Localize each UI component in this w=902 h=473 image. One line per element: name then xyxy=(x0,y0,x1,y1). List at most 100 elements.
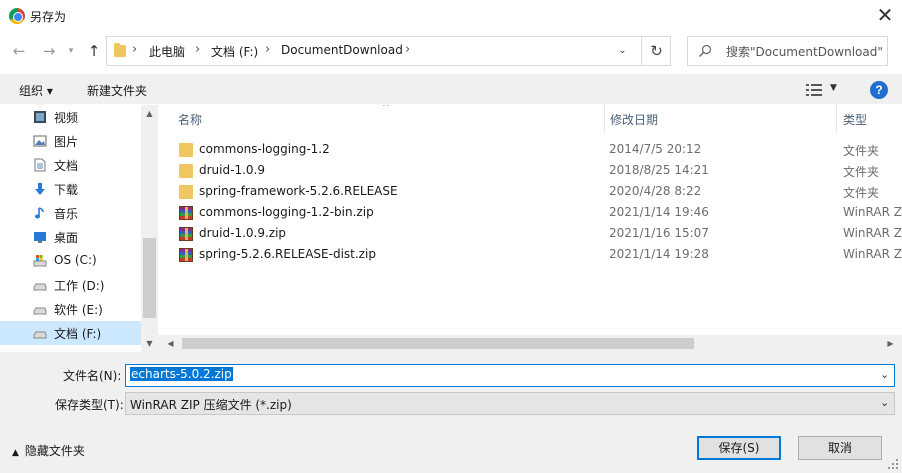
nav-item-desktop[interactable]: 桌面 xyxy=(0,225,141,249)
nav-item-documents-f[interactable]: 文档 (F:) xyxy=(0,321,141,345)
nav-label: 视频 xyxy=(54,111,79,125)
chevron-down-icon[interactable]: ⌄ xyxy=(880,396,889,409)
breadcrumb-drive-f[interactable]: 文档 (F:) xyxy=(211,43,258,60)
video-icon xyxy=(34,111,46,123)
column-header-type[interactable]: 类型 xyxy=(843,111,867,128)
file-date: 2014/7/5 20:12 xyxy=(609,142,702,156)
nav-label: 音乐 xyxy=(54,207,79,221)
folder-icon xyxy=(179,164,193,178)
nav-label: 软件 (E:) xyxy=(54,303,103,317)
hide-folders-label: 隐藏文件夹 xyxy=(24,444,85,458)
scroll-down-icon[interactable]: ▼ xyxy=(141,335,158,352)
download-icon xyxy=(35,183,45,195)
winrar-zip-icon xyxy=(179,248,193,262)
file-name[interactable]: druid-1.0.9 xyxy=(199,163,265,177)
nav-item-os-c[interactable]: OS (C:) xyxy=(0,249,141,273)
forward-arrow-icon[interactable]: → xyxy=(38,40,60,62)
column-header-date[interactable]: 修改日期 xyxy=(610,111,658,128)
close-icon[interactable]: ✕ xyxy=(868,2,902,30)
file-type: 文件夹 xyxy=(843,144,880,158)
breadcrumb-this-pc[interactable]: 此电脑 xyxy=(149,43,185,60)
nav-item-documents[interactable]: 文档 xyxy=(0,153,141,177)
column-divider[interactable] xyxy=(836,105,837,133)
nav-item-pictures[interactable]: 图片 xyxy=(0,129,141,153)
filetype-label: 保存类型(T): xyxy=(55,398,124,412)
chevron-right-icon[interactable]: › xyxy=(265,42,270,57)
filename-value: echarts-5.0.2.zip xyxy=(130,367,233,381)
chevron-right-icon[interactable]: › xyxy=(132,42,137,57)
drive-icon xyxy=(33,283,47,291)
file-type: WinRAR Z xyxy=(843,205,902,219)
address-bar[interactable]: › 此电脑 › 文档 (F:) › DocumentDownload › ⌄ ↻ xyxy=(106,36,671,66)
file-type: WinRAR Z xyxy=(843,247,902,261)
winrar-zip-icon xyxy=(179,206,193,220)
file-date: 2020/4/28 8:22 xyxy=(609,184,702,198)
scroll-up-icon[interactable]: ▲ xyxy=(141,105,158,122)
nav-item-work-d[interactable]: 工作 (D:) xyxy=(0,273,141,297)
horizontal-scrollbar[interactable]: ◀ ▶ xyxy=(158,335,902,352)
pictures-icon xyxy=(33,135,47,147)
chevron-right-icon[interactable]: › xyxy=(405,42,410,57)
nav-label: 桌面 xyxy=(54,231,79,245)
search-icon xyxy=(699,44,712,57)
recent-dropdown-icon[interactable]: ▾ xyxy=(60,40,82,62)
documents-icon xyxy=(34,158,46,172)
nav-item-downloads[interactable]: 下载 xyxy=(0,177,141,201)
nav-scrollbar[interactable]: ▲ ▼ xyxy=(141,105,158,352)
filetype-value: WinRAR ZIP 压缩文件 (*.zip) xyxy=(130,398,292,412)
desktop-icon xyxy=(34,232,46,243)
scrollbar-thumb[interactable] xyxy=(143,238,156,318)
nav-item-music[interactable]: 音乐 xyxy=(0,201,141,225)
filename-label: 文件名(N): xyxy=(63,369,122,383)
file-date: 2021/1/16 15:07 xyxy=(609,226,709,240)
toolbar: 组织 ▾ 新建文件夹 ▼ ? xyxy=(0,74,902,104)
nav-label: 图片 xyxy=(54,135,79,149)
drive-icon xyxy=(33,307,47,315)
save-form: 文件名(N): echarts-5.0.2.zip ⌄ 保存类型(T): Win… xyxy=(0,352,902,473)
hide-folders-toggle[interactable]: ▲ 隐藏文件夹 xyxy=(12,442,85,459)
new-folder-button[interactable]: 新建文件夹 xyxy=(87,82,147,99)
file-name[interactable]: commons-logging-1.2-bin.zip xyxy=(199,205,374,219)
file-type: 文件夹 xyxy=(843,186,880,200)
filename-input[interactable]: echarts-5.0.2.zip ⌄ xyxy=(125,364,895,387)
cancel-button[interactable]: 取消 xyxy=(798,436,882,460)
chrome-icon xyxy=(9,8,25,24)
help-icon[interactable]: ? xyxy=(870,81,888,99)
search-input[interactable]: 搜索"DocumentDownload" xyxy=(687,36,888,66)
drive-icon xyxy=(33,331,47,339)
chevron-down-icon[interactable]: ▼ xyxy=(830,83,837,93)
file-name[interactable]: spring-5.2.6.RELEASE-dist.zip xyxy=(199,247,376,261)
music-icon xyxy=(35,207,44,219)
chevron-right-icon[interactable]: › xyxy=(195,42,200,57)
nav-label: 文档 xyxy=(54,159,79,173)
scrollbar-thumb[interactable] xyxy=(182,338,694,349)
refresh-icon[interactable]: ↻ xyxy=(641,37,671,65)
sort-up-icon: ^ xyxy=(382,105,390,113)
folder-icon xyxy=(179,143,193,157)
breadcrumb-documentdownload[interactable]: DocumentDownload xyxy=(281,43,403,57)
file-name[interactable]: druid-1.0.9.zip xyxy=(199,226,286,240)
os-drive-icon xyxy=(33,255,47,267)
navigation-pane: 视频 图片 文档 下载 音乐 桌面 OS (C:) 工作 (D:) 软件 (E:… xyxy=(0,105,158,352)
file-name[interactable]: commons-logging-1.2 xyxy=(199,142,330,156)
scroll-left-icon[interactable]: ◀ xyxy=(162,335,179,352)
nav-item-videos[interactable]: 视频 xyxy=(0,105,141,129)
file-date: 2021/1/14 19:28 xyxy=(609,247,709,261)
file-name[interactable]: spring-framework-5.2.6.RELEASE xyxy=(199,184,398,198)
resize-grip-icon[interactable] xyxy=(884,455,900,471)
up-arrow-icon[interactable]: ↑ xyxy=(83,40,105,62)
chevron-down-icon[interactable]: ⌄ xyxy=(604,37,640,65)
chevron-down-icon[interactable]: ⌄ xyxy=(880,368,889,381)
column-divider[interactable] xyxy=(604,105,605,133)
nav-label: 下载 xyxy=(54,183,79,197)
scroll-right-icon[interactable]: ▶ xyxy=(882,335,899,352)
filetype-select[interactable]: WinRAR ZIP 压缩文件 (*.zip) ⌄ xyxy=(125,392,895,415)
file-date: 2018/8/25 14:21 xyxy=(609,163,709,177)
nav-label: 文档 (F:) xyxy=(54,327,102,341)
nav-item-software-e[interactable]: 软件 (E:) xyxy=(0,297,141,321)
column-header-name[interactable]: 名称 xyxy=(178,111,202,128)
back-arrow-icon[interactable]: ← xyxy=(8,40,30,62)
view-details-icon[interactable] xyxy=(806,83,822,97)
save-button[interactable]: 保存(S) xyxy=(697,436,781,460)
organize-menu[interactable]: 组织 ▾ xyxy=(19,82,53,99)
